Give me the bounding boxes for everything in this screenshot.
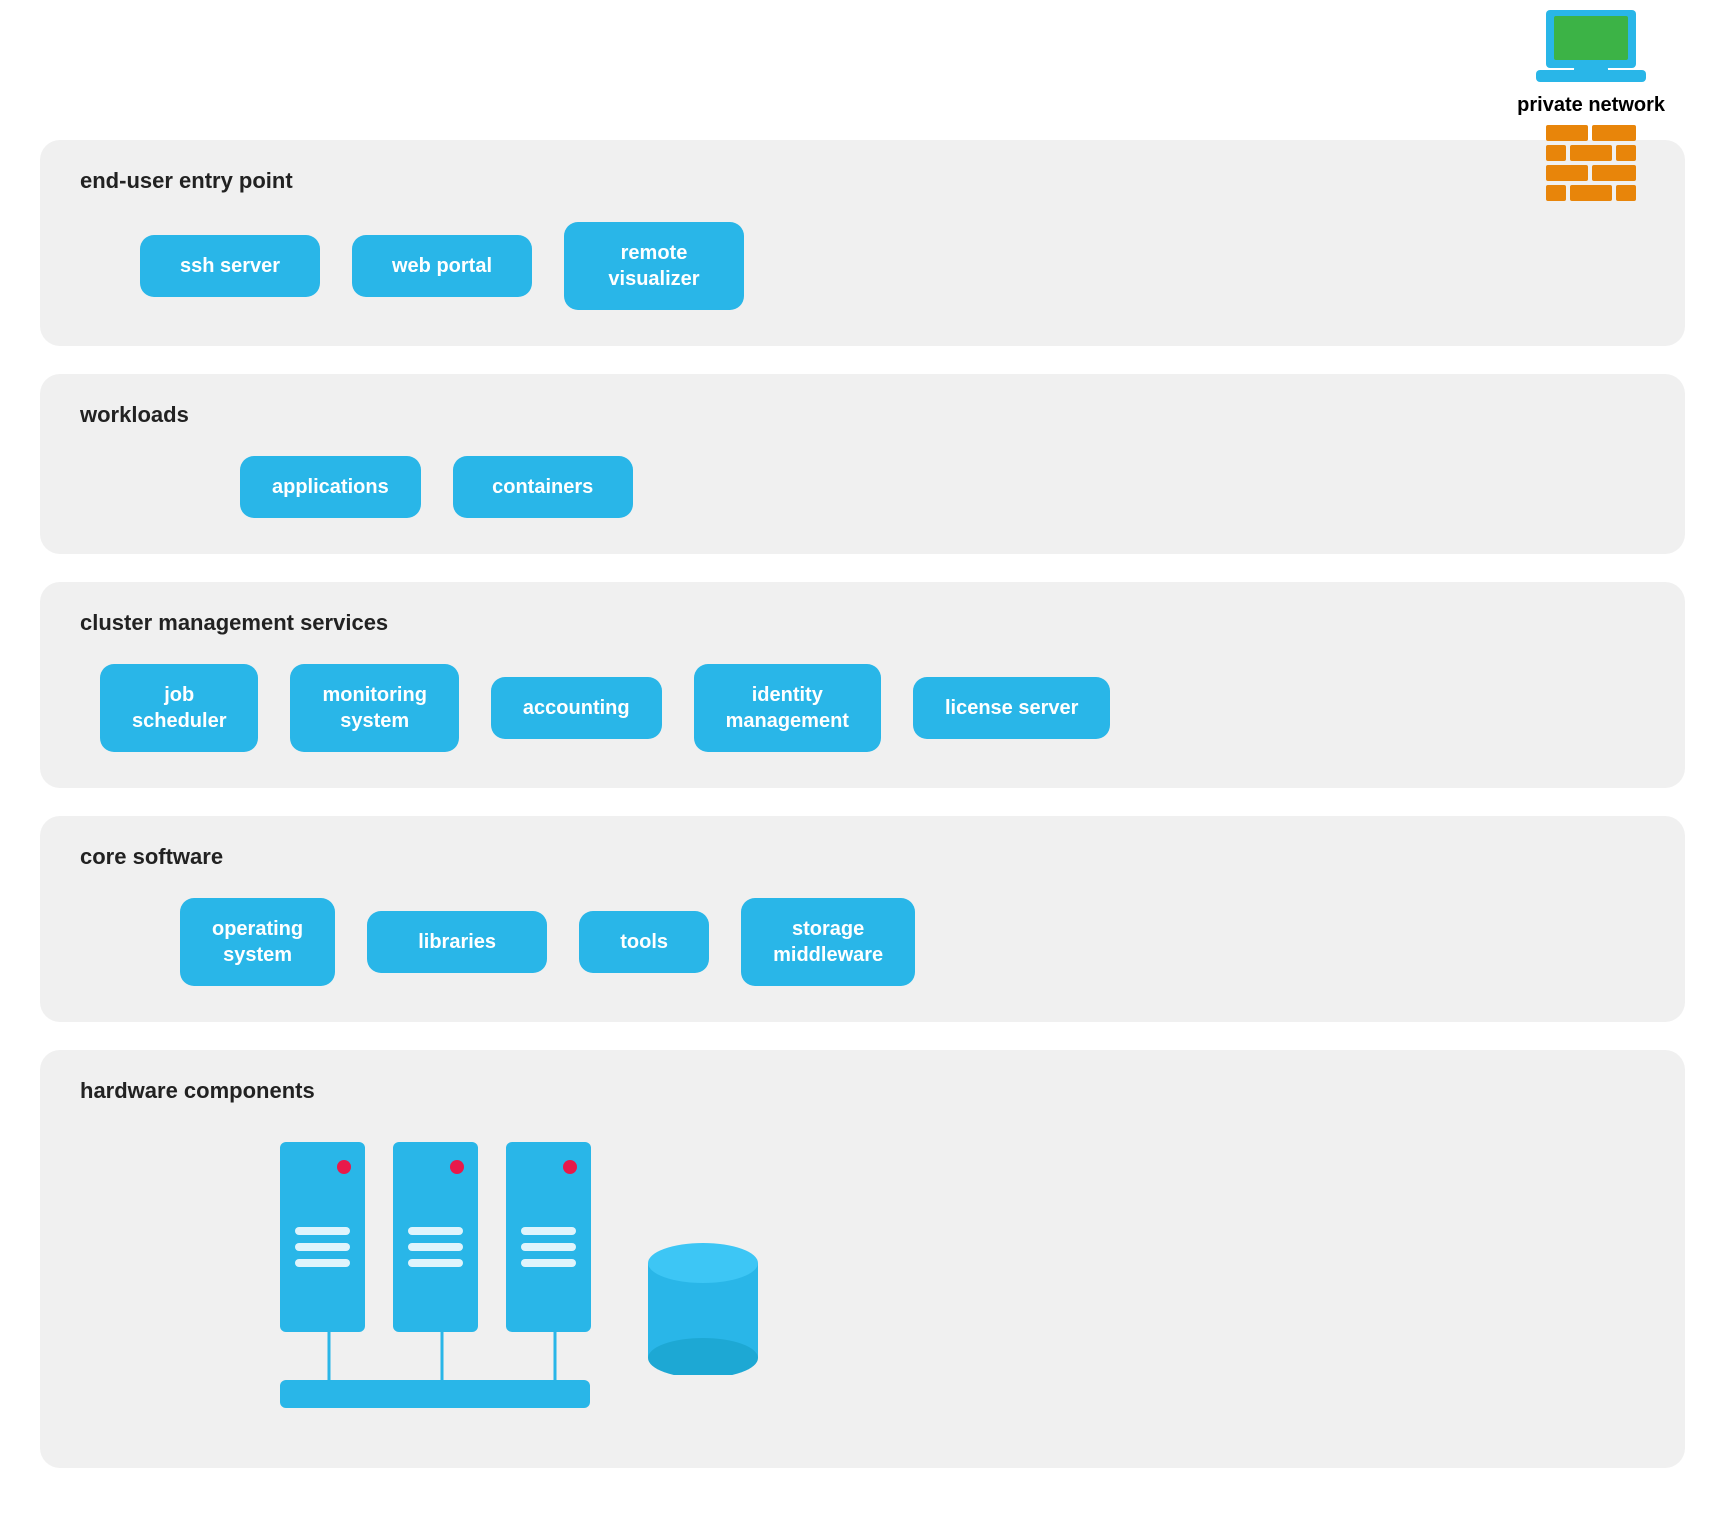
chip-libraries[interactable]: libraries [367,911,547,973]
workloads-chips: applications containers [80,456,1645,518]
chip-applications[interactable]: applications [240,456,421,518]
chip-operating-system[interactable]: operating system [180,898,335,986]
core-software-chips: operating system libraries tools storage… [80,898,1645,986]
storage-cylinder-wrapper [643,1235,763,1380]
cluster-mgmt-title: cluster management services [80,610,1645,636]
chip-identity-management[interactable]: identity management [694,664,881,752]
chip-remote-visualizer[interactable]: remote visualizer [564,222,744,310]
chip-job-scheduler[interactable]: job scheduler [100,664,258,752]
chip-monitoring-system[interactable]: monitoring system [290,664,458,752]
server-tower-3 [506,1142,591,1332]
chip-ssh-server[interactable]: ssh server [140,235,320,297]
chip-accounting[interactable]: accounting [491,677,662,739]
hardware-section: hardware components [40,1050,1685,1468]
server-tower-1 [280,1142,365,1332]
hardware-diagram [80,1132,1645,1408]
entry-point-section: end-user entry point ssh server web port… [40,140,1685,346]
hardware-title: hardware components [80,1078,1645,1104]
chip-tools[interactable]: tools [579,911,709,973]
cluster-mgmt-section: cluster management services job schedule… [40,582,1685,788]
server-tower-2 [393,1142,478,1332]
entry-point-chips: ssh server web portal remote visualizer [80,222,1645,310]
core-software-section: core software operating system libraries… [40,816,1685,1022]
chip-storage-middleware[interactable]: storage middleware [741,898,915,986]
private-network-label: private network [1517,94,1665,117]
server-lines-3 [521,1227,576,1267]
chip-web-portal[interactable]: web portal [352,235,532,297]
server-dot-2 [450,1160,464,1174]
private-network-area: private network [1517,10,1665,205]
server-dot-3 [563,1160,577,1174]
workloads-title: workloads [80,402,1645,428]
chip-license-server[interactable]: license server [913,677,1110,739]
workloads-section: workloads applications containers [40,374,1685,554]
chip-containers[interactable]: containers [453,456,633,518]
server-lines-1 [295,1227,350,1267]
storage-cylinder [643,1235,763,1375]
entry-point-title: end-user entry point [80,168,1645,194]
cluster-mgmt-chips: job scheduler monitoring system accounti… [80,664,1645,752]
core-software-title: core software [80,844,1645,870]
network-switch [280,1380,590,1408]
server-dot-1 [337,1160,351,1174]
laptop-icon [1536,10,1646,90]
firewall-icon [1546,125,1636,205]
server-lines-2 [408,1227,463,1267]
